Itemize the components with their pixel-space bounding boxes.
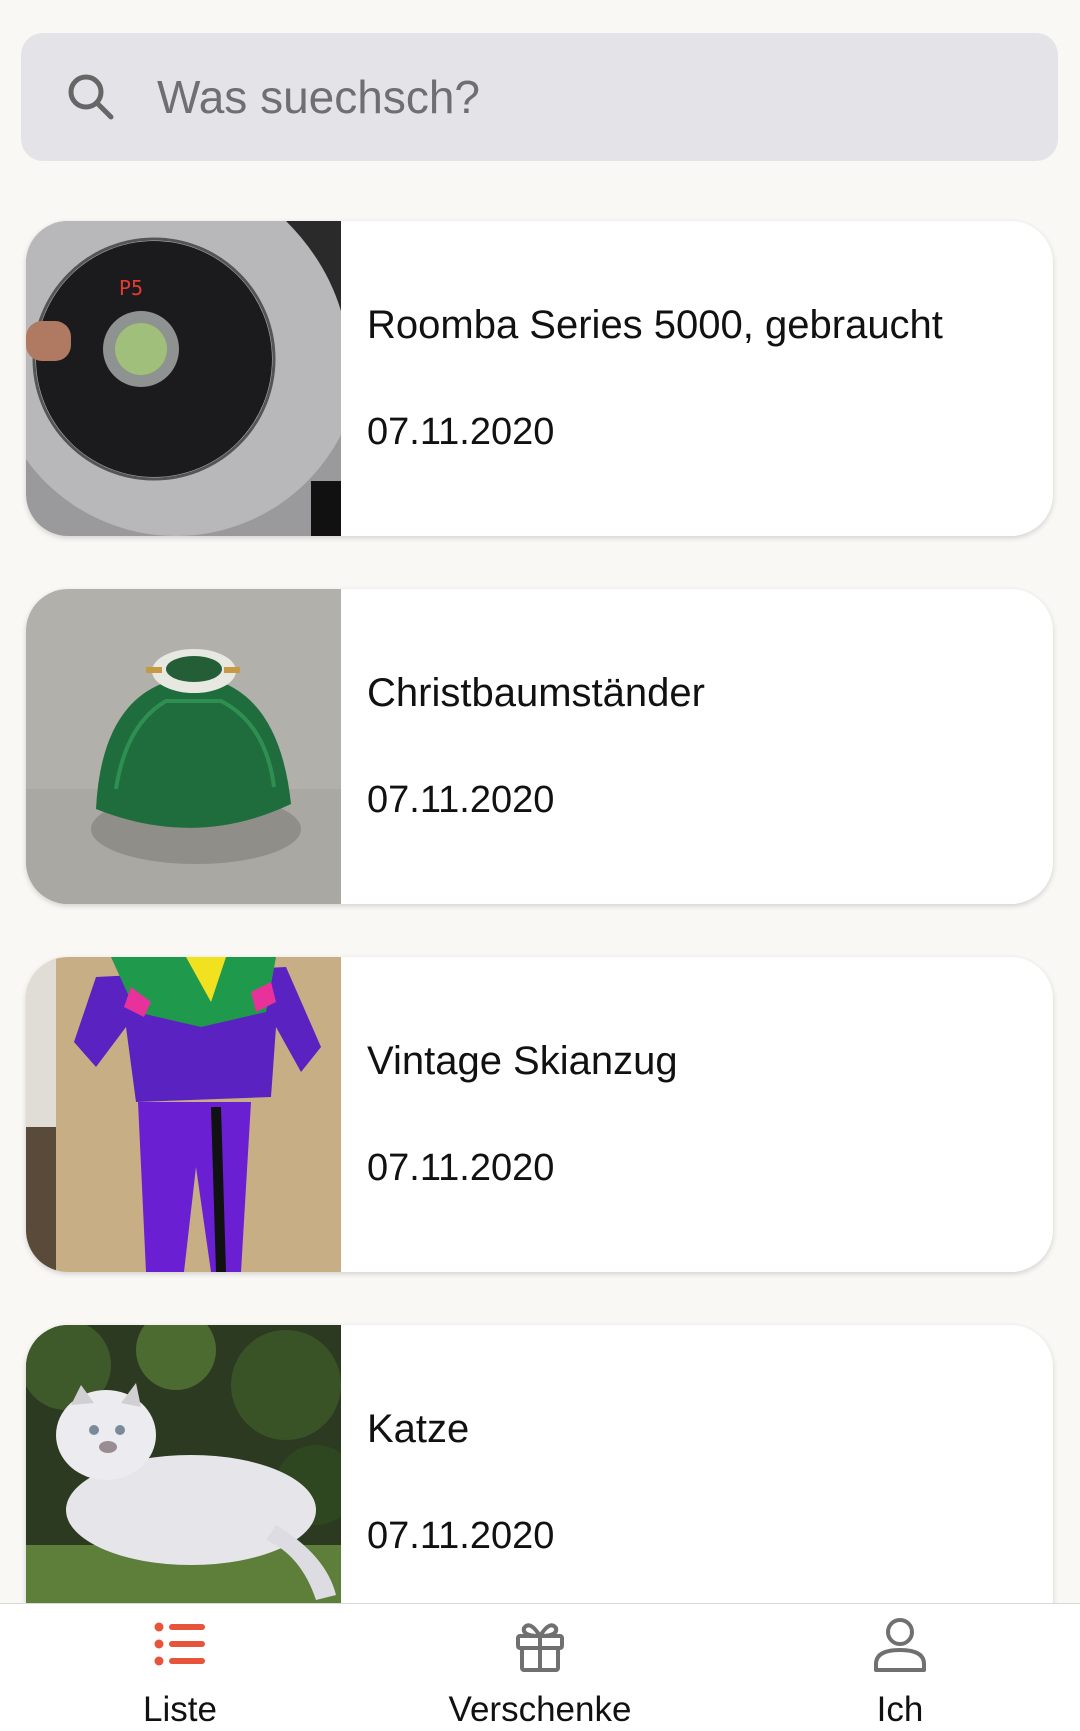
list-item[interactable]: P5 Roomba Series 5000, gebraucht 07.11.2… [26, 221, 1053, 536]
search-bar[interactable] [21, 33, 1058, 161]
item-thumbnail-roomba: P5 [26, 221, 341, 536]
list-item[interactable]: Katze 07.11.2020 [26, 1325, 1053, 1603]
search-input[interactable] [157, 70, 977, 124]
item-info: Christbaumständer 07.11.2020 [341, 589, 1053, 904]
app-root: P5 Roomba Series 5000, gebraucht 07.11.2… [0, 0, 1080, 1731]
item-info: Katze 07.11.2020 [341, 1325, 1053, 1603]
item-title: Roomba Series 5000, gebraucht [367, 303, 943, 347]
item-date: 07.11.2020 [367, 779, 555, 821]
christmas-tree-stand-photo [26, 589, 341, 904]
ski-suit-photo [26, 957, 341, 1272]
cat-photo [26, 1325, 341, 1603]
nav-item-verschenke[interactable]: Verschenke [360, 1604, 720, 1731]
search-icon [68, 74, 114, 120]
item-thumbnail-cat [26, 1325, 341, 1603]
nav-item-ich[interactable]: Ich [720, 1604, 1080, 1731]
item-date: 07.11.2020 [367, 1147, 555, 1189]
item-thumbnail-tree-stand [26, 589, 341, 904]
nav-item-liste[interactable]: Liste [0, 1604, 360, 1731]
item-info: Roomba Series 5000, gebraucht 07.11.2020 [341, 221, 1053, 536]
svg-text:P5: P5 [119, 276, 143, 300]
list-item[interactable]: Christbaumständer 07.11.2020 [26, 589, 1053, 904]
item-date: 07.11.2020 [367, 411, 555, 453]
nav-label-verschenke: Verschenke [448, 1690, 632, 1729]
item-title: Vintage Skianzug [367, 1039, 678, 1083]
list-icon [154, 1622, 205, 1666]
item-date: 07.11.2020 [367, 1515, 555, 1557]
nav-label-liste: Liste [143, 1690, 217, 1729]
nav-label-ich: Ich [876, 1690, 924, 1729]
bottom-navigation: Liste Verschenke Ich [0, 1603, 1080, 1731]
person-icon [874, 1618, 926, 1672]
item-list[interactable]: P5 Roomba Series 5000, gebraucht 07.11.2… [0, 0, 1080, 1603]
item-title: Katze [367, 1407, 470, 1451]
gift-icon [516, 1623, 564, 1672]
item-thumbnail-ski-suit [26, 957, 341, 1272]
roomba-photo: P5 [26, 221, 341, 536]
item-title: Christbaumständer [367, 671, 705, 715]
list-item[interactable]: Vintage Skianzug 07.11.2020 [26, 957, 1053, 1272]
item-info: Vintage Skianzug 07.11.2020 [341, 957, 1053, 1272]
